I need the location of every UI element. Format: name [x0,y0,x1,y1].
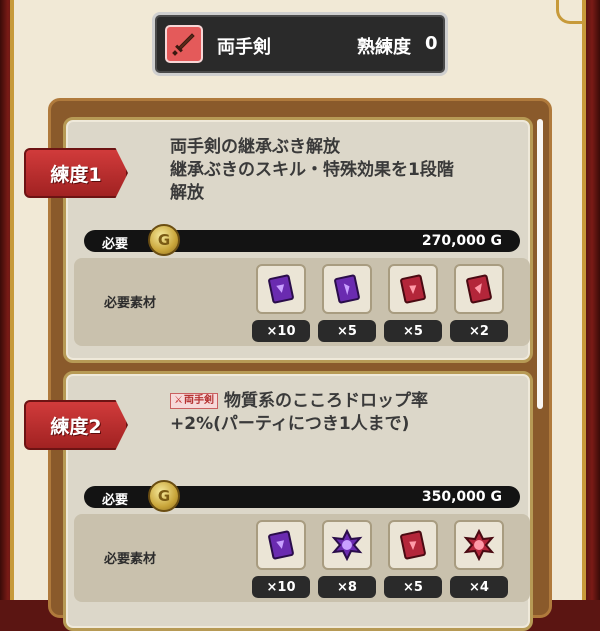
material-count: ×5 [384,320,442,342]
scrollbar[interactable] [537,119,543,409]
purple-card-icon [256,264,306,314]
materials-label: 必要素材 [104,296,157,311]
material-count: ×10 [252,320,310,342]
cost-bar: 必要 G 350,000 G [84,480,520,512]
tier-card-1[interactable]: 練度1 両手剣の継承ぶき解放 継承ぶきのスキル・特殊効果を1段階 解放 必要 G… [24,117,533,363]
material-count: ×8 [318,576,376,598]
material-count: ×4 [450,576,508,598]
tier-description: 両手剣の継承ぶき解放 継承ぶきのスキル・特殊効果を1段階 解放 [170,136,520,205]
material-item[interactable]: ×5 [384,520,442,598]
purple-card-icon [322,264,372,314]
tier-badge: 練度1 [24,148,128,198]
weapon-name: 両手剣 [217,37,271,58]
corner-ornament [556,0,582,24]
tier-list[interactable]: 練度1 両手剣の継承ぶき解放 継承ぶきのスキル・特殊効果を1段階 解放 必要 G… [24,98,552,631]
material-count: ×10 [252,576,310,598]
materials-panel: 必要素材 ×10 ×5 ×5 ×2 [74,258,530,346]
proficiency-label: 熟練度 [357,37,411,58]
materials-label: 必要素材 [104,552,157,567]
mini-sword-icon: ⚔ [174,395,183,406]
sword-icon [165,25,203,63]
weapon-tag: ⚔両手剣 [170,393,218,409]
tier-badge: 練度2 [24,400,128,450]
purple-card-icon [256,520,306,570]
red-card-icon [388,264,438,314]
description-line: +2%(パーティにつき1人まで) [170,414,410,434]
need-label: 必要 [102,493,129,508]
tier-description: ⚔両手剣 物質系のこころドロップ率 +2%(パーティにつき1人まで) [170,390,520,436]
description-line: 解放 [170,183,204,203]
material-item[interactable]: ×4 [450,520,508,598]
proficiency-value: 0 [425,33,438,54]
material-item[interactable]: ×2 [450,264,508,342]
material-item[interactable]: ×5 [384,264,442,342]
red-card-icon [388,520,438,570]
cost-bar: 必要 G 270,000 G [84,224,520,256]
red-card-icon [454,264,504,314]
cost-amount: 270,000 G [421,233,502,249]
need-label: 必要 [102,237,129,252]
materials-panel: 必要素材 ×10 ×8 ×5 ×4 [74,514,530,602]
material-count: ×5 [318,320,376,342]
description-line: 物質系のこころドロップ率 [223,391,428,411]
weapon-tag-label: 両手剣 [183,395,214,406]
cost-amount: 350,000 G [421,489,502,505]
material-count: ×5 [384,576,442,598]
weapon-header: 両手剣 熟練度 0 [152,12,448,76]
description-line: 継承ぶきのスキル・特殊効果を1段階 [170,160,454,180]
material-item[interactable]: ×10 [252,520,310,598]
tier-card-2[interactable]: 練度2 ⚔両手剣 物質系のこころドロップ率 +2%(パーティにつき1人まで) 必要… [24,371,533,631]
material-count: ×2 [450,320,508,342]
red-gem-icon [454,520,504,570]
material-item[interactable]: ×5 [318,264,376,342]
purple-gem-icon [322,520,372,570]
gold-coin-icon: G [148,480,180,512]
material-item[interactable]: ×10 [252,264,310,342]
material-item[interactable]: ×8 [318,520,376,598]
description-line-with-tag: ⚔両手剣 物質系のこころドロップ率 [170,390,520,413]
gold-coin-icon: G [148,224,180,256]
description-line: 両手剣の継承ぶき解放 [170,137,340,157]
